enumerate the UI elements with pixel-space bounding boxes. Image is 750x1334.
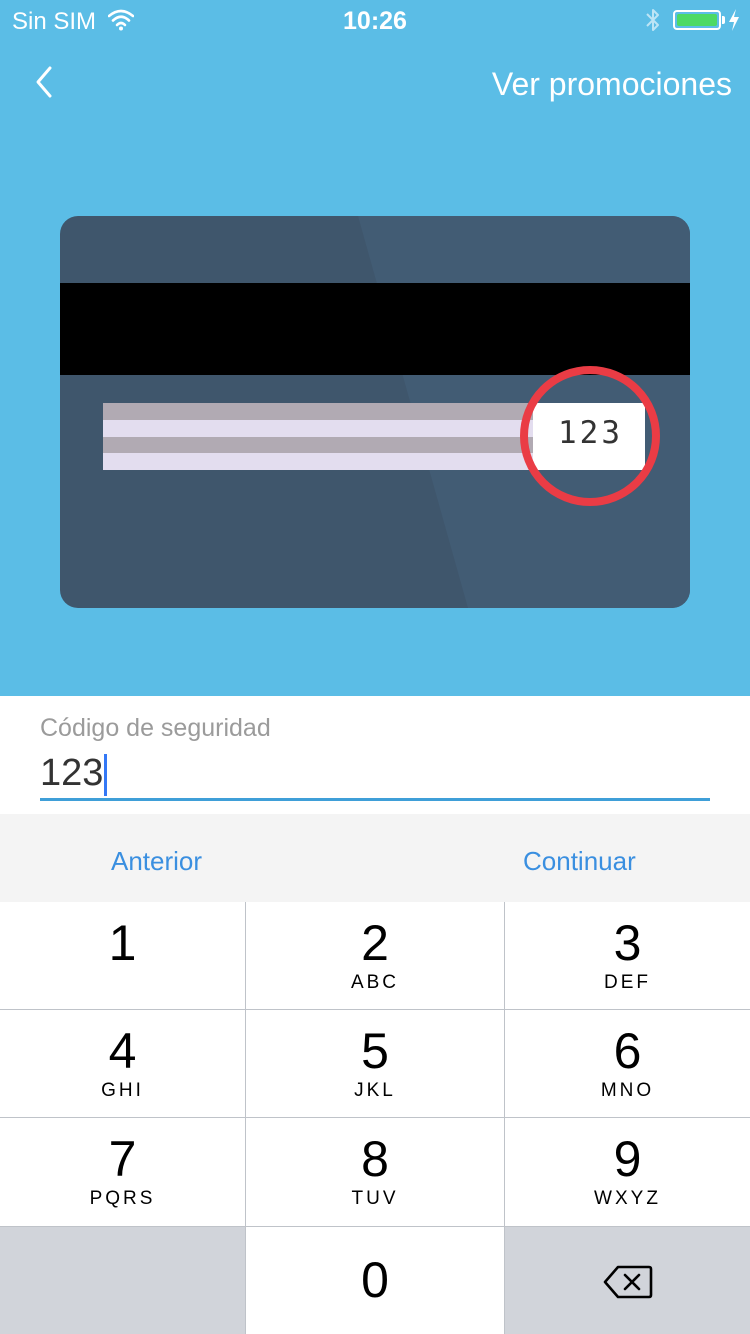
key-4[interactable]: 4 GHI xyxy=(0,1010,245,1117)
field-label: Código de seguridad xyxy=(40,714,271,742)
backspace-icon xyxy=(603,1265,653,1299)
key-2[interactable]: 2 ABC xyxy=(246,902,504,1009)
bluetooth-icon xyxy=(646,9,659,31)
security-code-field[interactable]: Código de seguridad 123 xyxy=(0,696,750,814)
charging-bolt-icon xyxy=(729,9,739,31)
battery-level xyxy=(677,14,717,26)
numeric-keypad: 1 2 ABC 3 DEF 4 GHI 5 JKL 6 MNO 7 PQRS 8… xyxy=(0,902,750,1334)
status-bar: Sin SIM 10:26 xyxy=(0,0,750,40)
key-digit: 1 xyxy=(108,915,137,971)
promotions-link[interactable]: Ver promociones xyxy=(492,66,732,103)
key-digit: 2 xyxy=(361,915,389,971)
key-0[interactable]: 0 xyxy=(246,1227,504,1334)
battery-cap xyxy=(722,16,725,24)
back-button[interactable] xyxy=(26,62,66,102)
key-digit: 0 xyxy=(361,1252,389,1308)
header-area: Ver promociones 123 xyxy=(0,0,750,696)
security-code-input[interactable]: 123 xyxy=(40,750,108,796)
key-letters: GHI xyxy=(101,1080,144,1101)
key-7[interactable]: 7 PQRS xyxy=(0,1118,245,1226)
key-6[interactable]: 6 MNO xyxy=(505,1010,750,1117)
key-letters: PQRS xyxy=(89,1188,156,1209)
key-digit: 6 xyxy=(613,1023,642,1079)
key-letters: JKL xyxy=(354,1080,396,1101)
battery-icon xyxy=(673,10,721,30)
key-9[interactable]: 9 WXYZ xyxy=(505,1118,750,1226)
magnetic-stripe xyxy=(60,283,690,375)
cvv-highlight-circle xyxy=(520,366,660,506)
key-letters: TUV xyxy=(351,1188,399,1209)
key-blank xyxy=(0,1227,245,1334)
key-letters: DEF xyxy=(604,972,651,993)
key-digit: 4 xyxy=(108,1023,137,1079)
signature-strip xyxy=(103,403,533,470)
key-digit: 5 xyxy=(361,1023,389,1079)
key-1[interactable]: 1 xyxy=(0,902,245,1009)
key-digit: 3 xyxy=(613,915,642,971)
key-letters: ABC xyxy=(350,972,400,993)
previous-button[interactable]: Anterior xyxy=(111,846,202,877)
text-caret xyxy=(104,753,108,796)
clock: 10:26 xyxy=(343,7,407,35)
key-3[interactable]: 3 DEF xyxy=(505,902,750,1009)
input-underline xyxy=(40,798,710,801)
input-text: 123 xyxy=(40,752,104,794)
chevron-left-icon xyxy=(36,66,52,98)
key-5[interactable]: 5 JKL xyxy=(246,1010,504,1117)
key-digit: 7 xyxy=(108,1131,137,1187)
delete-key[interactable] xyxy=(505,1227,750,1334)
key-letters: WXYZ xyxy=(594,1188,661,1209)
card-back-illustration: 123 xyxy=(60,216,690,608)
key-letters: MNO xyxy=(600,1080,655,1101)
key-8[interactable]: 8 TUV xyxy=(246,1118,504,1226)
continue-button[interactable]: Continuar xyxy=(523,846,636,877)
key-digit: 8 xyxy=(361,1131,389,1187)
keyboard-accessory-bar: Anterior Continuar xyxy=(0,814,750,902)
key-digit: 9 xyxy=(613,1131,642,1187)
